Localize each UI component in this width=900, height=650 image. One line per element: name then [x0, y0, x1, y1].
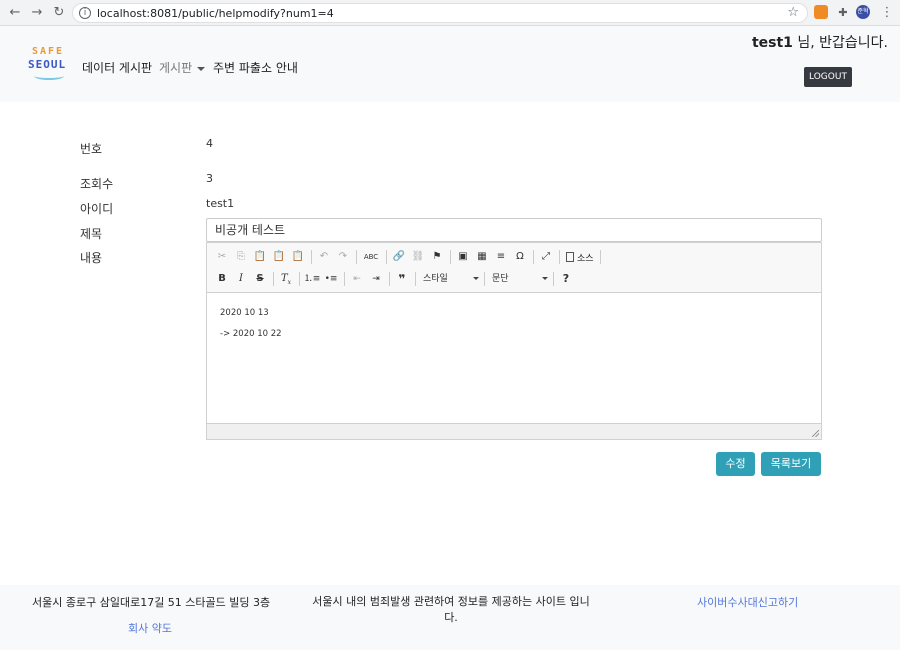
footer-description: 서울시 내의 범죄발생 관련하여 정보를 제공하는 사이트 입니다.	[312, 595, 590, 624]
content-editor[interactable]: ✂ ⎘ 📋 📋 📋 ↶ ↷ ABC 🔗 ⛓ ⚑ ▣ ▦ ≡ Ω ⤢ 소스 B I…	[206, 242, 822, 440]
info-icon[interactable]: i	[79, 7, 91, 19]
logo-bottom-text: SEOUL	[28, 58, 67, 71]
help-icon[interactable]: ?	[557, 271, 575, 287]
cut-icon[interactable]: ✂	[213, 249, 231, 265]
toolbar-separator	[533, 250, 534, 264]
greeting-user: test1	[751, 35, 793, 51]
redo-icon[interactable]: ↷	[334, 249, 352, 265]
nav-data-board[interactable]: 데이터 게시판	[82, 59, 152, 76]
cyber-report-link[interactable]: 사이버수사대신고하기	[697, 594, 798, 610]
forward-icon[interactable]: →	[28, 4, 46, 22]
puzzle-icon[interactable]: ✚	[834, 4, 852, 22]
logout-button[interactable]: LOGOUT	[804, 67, 852, 87]
maximize-icon[interactable]: ⤢	[537, 249, 555, 265]
horizontal-rule-icon[interactable]: ≡	[492, 249, 510, 265]
number-value: 4	[206, 137, 213, 150]
bookmark-star-icon[interactable]: ☆	[787, 5, 799, 20]
site-header: SAFE SEOUL 데이터 게시판 게시판 주변 파출소 안내 test1 님…	[0, 26, 900, 102]
editor-line[interactable]: 2020 10 13	[220, 308, 808, 318]
toolbar-separator	[311, 250, 312, 264]
editor-status-bar	[207, 423, 821, 439]
image-icon[interactable]: ▣	[454, 249, 472, 265]
toolbar-separator	[386, 250, 387, 264]
user-id-label: 아이디	[80, 202, 114, 216]
style-select[interactable]: 스타일	[419, 271, 481, 287]
format-select[interactable]: 문단	[488, 271, 550, 287]
dropdown-arrow-icon	[473, 277, 479, 280]
paste-word-icon[interactable]: 📋	[289, 249, 307, 265]
strikethrough-icon[interactable]: S	[251, 271, 269, 287]
nav-police-station[interactable]: 주변 파출소 안내	[213, 59, 298, 76]
browser-toolbar: ← → ↻ i localhost:8081/public/helpmodify…	[0, 0, 900, 26]
editor-toolbar: ✂ ⎘ 📋 📋 📋 ↶ ↷ ABC 🔗 ⛓ ⚑ ▣ ▦ ≡ Ω ⤢ 소스 B I…	[207, 243, 821, 293]
content-label: 내용	[80, 251, 103, 265]
copy-icon[interactable]: ⎘	[232, 249, 250, 265]
toolbar-separator	[389, 272, 390, 286]
bullet-list-icon[interactable]: •≡	[322, 271, 340, 287]
outdent-icon[interactable]: ⇤	[348, 271, 366, 287]
source-button[interactable]: 소스	[563, 249, 597, 265]
unlink-icon[interactable]: ⛓	[409, 249, 427, 265]
special-char-icon[interactable]: Ω	[511, 249, 529, 265]
views-label: 조회수	[80, 177, 114, 191]
resize-handle-icon[interactable]	[812, 430, 819, 437]
toolbar-separator	[273, 272, 274, 286]
toolbar-separator	[299, 272, 300, 286]
toolbar-separator	[484, 272, 485, 286]
caret-down-icon	[197, 66, 206, 71]
anchor-flag-icon[interactable]: ⚑	[428, 249, 446, 265]
paste-icon[interactable]: 📋	[251, 249, 269, 265]
logo-top-text: SAFE	[32, 46, 65, 57]
toolbar-separator	[599, 250, 601, 264]
link-icon[interactable]: 🔗	[390, 249, 408, 265]
style-select-label: 스타일	[423, 274, 448, 284]
back-icon[interactable]: ←	[6, 4, 24, 22]
extension-icon[interactable]	[814, 5, 828, 19]
safe-seoul-logo[interactable]: SAFE SEOUL	[28, 46, 70, 84]
list-button[interactable]: 목록보기	[761, 452, 821, 476]
address-bar[interactable]: i localhost:8081/public/helpmodify?num1=…	[72, 3, 808, 23]
greeting-suffix: 님, 반갑습니다.	[792, 35, 888, 51]
source-label: 소스	[577, 253, 594, 264]
profile-avatar[interactable]: 준혁	[856, 5, 870, 19]
logo-wave	[34, 72, 64, 80]
toolbar-separator	[356, 250, 357, 264]
remove-format-icon[interactable]: Tx	[277, 271, 295, 287]
nav-board-dropdown[interactable]: 게시판	[159, 59, 206, 76]
dropdown-arrow-icon	[542, 277, 548, 280]
reload-icon[interactable]: ↻	[50, 4, 68, 22]
editor-body[interactable]: 2020 10 13 -> 2020 10 22	[207, 294, 821, 424]
toolbar-separator	[450, 250, 451, 264]
number-label: 번호	[80, 142, 103, 156]
paste-text-icon[interactable]: 📋	[270, 249, 288, 265]
table-icon[interactable]: ▦	[473, 249, 491, 265]
modify-button[interactable]: 수정	[716, 452, 755, 476]
document-icon	[566, 252, 574, 262]
title-input[interactable]: 비공개 테스트	[206, 218, 822, 242]
toolbar-separator	[344, 272, 345, 286]
footer-address: 서울시 종로구 삼일대로17길 51 스타골드 빌딩 3층	[32, 596, 271, 609]
url-text[interactable]: localhost:8081/public/helpmodify?num1=4	[97, 7, 334, 20]
toolbar-separator	[553, 272, 554, 286]
title-label: 제목	[80, 227, 103, 241]
format-select-label: 문단	[492, 274, 509, 284]
nav-board-label: 게시판	[159, 61, 193, 75]
italic-icon[interactable]: I	[232, 271, 250, 287]
numbered-list-icon[interactable]: ⒈≡	[303, 271, 321, 287]
toolbar-separator	[415, 272, 416, 286]
user-id-value: test1	[206, 197, 235, 210]
undo-icon[interactable]: ↶	[315, 249, 333, 265]
toolbar-separator	[559, 250, 560, 264]
spellcheck-icon[interactable]: ABC	[360, 249, 382, 265]
greeting: test1 님, 반갑습니다.	[752, 32, 888, 52]
footer-terms-link[interactable]: 회사 약도	[128, 620, 172, 636]
blockquote-icon[interactable]: ❞	[393, 271, 411, 287]
site-footer: 서울시 종로구 삼일대로17길 51 스타골드 빌딩 3층 회사 약도 서울시 …	[0, 585, 900, 650]
indent-icon[interactable]: ⇥	[367, 271, 385, 287]
bold-icon[interactable]: B	[213, 271, 231, 287]
editor-line[interactable]: -> 2020 10 22	[220, 329, 808, 339]
browser-menu-icon[interactable]: ⋮	[878, 4, 896, 22]
views-value: 3	[206, 172, 213, 185]
